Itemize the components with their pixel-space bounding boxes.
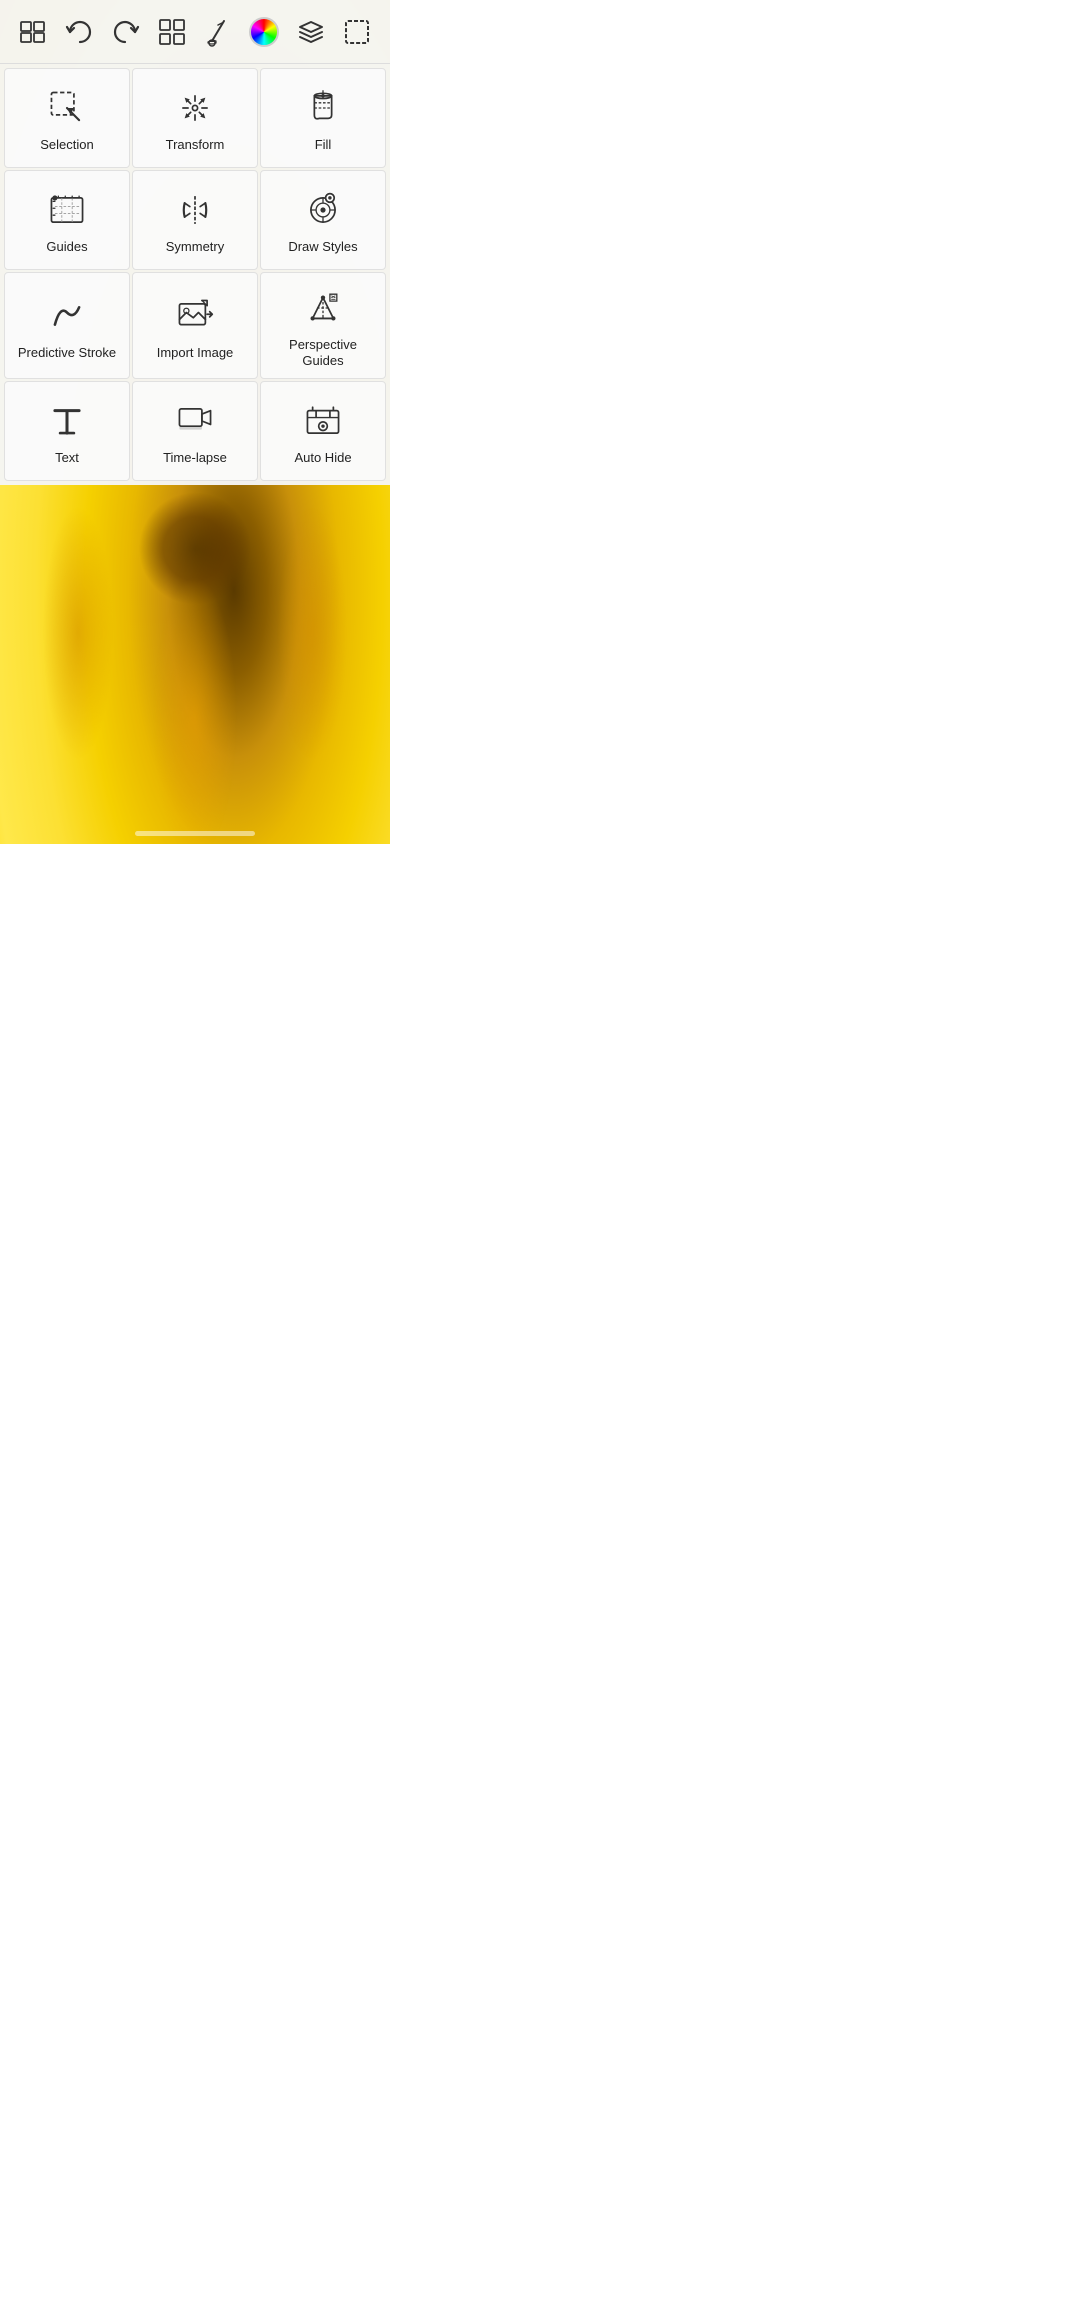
predictive-stroke-icon bbox=[48, 295, 86, 337]
draw-styles-label: Draw Styles bbox=[288, 239, 357, 255]
menu-item-text[interactable]: Text bbox=[4, 381, 130, 481]
menu-item-guides[interactable]: Guides bbox=[4, 170, 130, 270]
time-lapse-icon bbox=[176, 400, 214, 442]
menu-item-auto-hide[interactable]: Auto Hide bbox=[260, 381, 386, 481]
transform-label: Transform bbox=[166, 137, 225, 153]
color-wheel-icon bbox=[249, 17, 279, 47]
text-icon bbox=[48, 400, 86, 442]
selection-label: Selection bbox=[40, 137, 93, 153]
import-image-label: Import Image bbox=[157, 345, 234, 361]
auto-hide-icon bbox=[304, 400, 342, 442]
grid-view-button[interactable] bbox=[150, 10, 194, 54]
color-button[interactable] bbox=[242, 10, 286, 54]
perspective-guides-icon bbox=[304, 287, 342, 329]
menu-panel: Selection Transform bbox=[0, 64, 390, 485]
guides-label: Guides bbox=[46, 239, 87, 255]
layers-button[interactable] bbox=[289, 10, 333, 54]
menu-item-symmetry[interactable]: Symmetry bbox=[132, 170, 258, 270]
time-lapse-label: Time-lapse bbox=[163, 450, 227, 466]
perspective-guides-label: Perspective Guides bbox=[269, 337, 377, 368]
undo-button[interactable] bbox=[57, 10, 101, 54]
symmetry-icon bbox=[176, 189, 214, 231]
guides-icon bbox=[48, 189, 86, 231]
home-indicator bbox=[135, 831, 255, 836]
fill-icon bbox=[304, 87, 342, 129]
brush-button[interactable] bbox=[196, 10, 240, 54]
menu-item-transform[interactable]: Transform bbox=[132, 68, 258, 168]
fill-label: Fill bbox=[315, 137, 332, 153]
selection-mode-button[interactable] bbox=[335, 10, 379, 54]
menu-item-selection[interactable]: Selection bbox=[4, 68, 130, 168]
text-label: Text bbox=[55, 450, 79, 466]
menu-item-fill[interactable]: Fill bbox=[260, 68, 386, 168]
predictive-stroke-label: Predictive Stroke bbox=[18, 345, 116, 361]
menu-item-time-lapse[interactable]: Time-lapse bbox=[132, 381, 258, 481]
symmetry-label: Symmetry bbox=[166, 239, 225, 255]
menu-item-perspective-guides[interactable]: Perspective Guides bbox=[260, 272, 386, 379]
selection-icon bbox=[48, 87, 86, 129]
toolbar bbox=[0, 0, 390, 64]
transform-icon bbox=[176, 87, 214, 129]
menu-item-draw-styles[interactable]: Draw Styles bbox=[260, 170, 386, 270]
redo-button[interactable] bbox=[104, 10, 148, 54]
auto-hide-label: Auto Hide bbox=[294, 450, 351, 466]
menu-item-predictive-stroke[interactable]: Predictive Stroke bbox=[4, 272, 130, 379]
draw-styles-icon bbox=[304, 189, 342, 231]
menu-item-import-image[interactable]: Import Image bbox=[132, 272, 258, 379]
import-image-icon bbox=[176, 295, 214, 337]
menu-button[interactable] bbox=[11, 10, 55, 54]
